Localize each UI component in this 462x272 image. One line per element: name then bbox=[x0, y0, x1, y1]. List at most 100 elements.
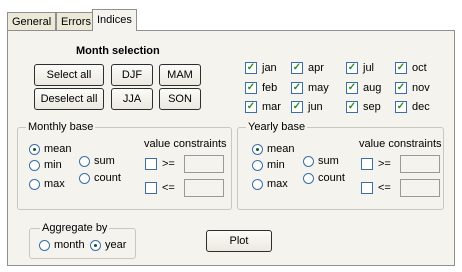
check-icon: ✓ bbox=[346, 82, 358, 94]
checkbox-label: <= bbox=[162, 182, 175, 194]
month-checkbox-jan[interactable]: ✓ jan bbox=[245, 62, 277, 74]
radio-label: count bbox=[94, 172, 121, 184]
monthly-radio-count[interactable]: count bbox=[79, 172, 121, 184]
checkbox-icon bbox=[145, 158, 157, 170]
season-mam-button[interactable]: MAM bbox=[159, 64, 201, 86]
month-label: feb bbox=[262, 82, 278, 94]
month-label: jun bbox=[308, 101, 323, 113]
radio-icon bbox=[303, 155, 314, 167]
aggregate-radio-month[interactable]: month bbox=[39, 239, 85, 251]
radio-icon bbox=[79, 172, 90, 184]
indices-panel: Month selection Select all DJF MAM Desel… bbox=[7, 30, 455, 266]
season-djf-button[interactable]: DJF bbox=[111, 64, 153, 86]
deselect-all-button[interactable]: Deselect all bbox=[34, 88, 104, 110]
radio-label: min bbox=[44, 159, 62, 171]
month-label: aug bbox=[363, 82, 382, 94]
month-checkbox-apr[interactable]: ✓ apr bbox=[291, 62, 324, 74]
tab-label: Errors bbox=[61, 16, 91, 28]
monthly-constraints-label: value constraints bbox=[144, 138, 227, 150]
monthly-base-group: Monthly base mean min max sum count valu… bbox=[17, 121, 232, 210]
season-jja-button[interactable]: JJA bbox=[111, 88, 153, 110]
tab-general[interactable]: General bbox=[7, 12, 57, 30]
radio-selected-icon bbox=[90, 239, 101, 251]
yearly-ge-checkbox[interactable]: >= bbox=[361, 158, 391, 170]
month-label: jan bbox=[262, 62, 277, 74]
checkbox-icon bbox=[145, 182, 157, 194]
radio-label: mean bbox=[267, 143, 295, 155]
monthly-radio-sum[interactable]: sum bbox=[79, 155, 115, 167]
yearly-ge-input[interactable] bbox=[400, 155, 440, 173]
radio-label: sum bbox=[318, 155, 339, 167]
monthly-radio-max[interactable]: max bbox=[29, 178, 65, 190]
month-checkbox-may[interactable]: ✓ may bbox=[291, 82, 329, 94]
checkbox-icon bbox=[361, 182, 373, 194]
checkbox-icon bbox=[361, 158, 373, 170]
radio-icon bbox=[39, 239, 50, 251]
month-checkbox-sep[interactable]: ✓ sep bbox=[346, 101, 381, 113]
radio-label: max bbox=[44, 178, 65, 190]
radio-icon bbox=[303, 172, 314, 184]
checkbox-label: >= bbox=[378, 158, 391, 170]
radio-icon bbox=[79, 155, 90, 167]
yearly-base-group: Yearly base mean min max sum count value… bbox=[237, 121, 444, 210]
yearly-radio-mean[interactable]: mean bbox=[252, 143, 295, 155]
month-checkbox-mar[interactable]: ✓ mar bbox=[245, 101, 281, 113]
month-label: apr bbox=[308, 62, 324, 74]
aggregate-by-title: Aggregate by bbox=[40, 222, 110, 234]
checkbox-label: >= bbox=[162, 158, 175, 170]
month-label: may bbox=[308, 82, 329, 94]
yearly-radio-sum[interactable]: sum bbox=[303, 155, 339, 167]
monthly-ge-checkbox[interactable]: >= bbox=[145, 158, 175, 170]
check-icon: ✓ bbox=[291, 82, 303, 94]
tab-errors[interactable]: Errors bbox=[56, 12, 96, 30]
radio-label: month bbox=[54, 239, 85, 251]
aggregate-by-group: Aggregate by month year bbox=[29, 222, 136, 259]
radio-icon bbox=[29, 178, 40, 190]
tab-label: General bbox=[12, 16, 52, 28]
monthly-base-title: Monthly base bbox=[26, 121, 96, 133]
radio-icon bbox=[252, 178, 263, 190]
monthly-le-checkbox[interactable]: <= bbox=[145, 182, 175, 194]
check-icon: ✓ bbox=[346, 62, 358, 74]
month-checkbox-dec[interactable]: ✓ dec bbox=[395, 101, 430, 113]
radio-label: max bbox=[267, 178, 288, 190]
yearly-le-checkbox[interactable]: <= bbox=[361, 182, 391, 194]
monthly-radio-min[interactable]: min bbox=[29, 159, 62, 171]
radio-selected-icon bbox=[252, 143, 263, 155]
monthly-radio-mean[interactable]: mean bbox=[29, 143, 72, 155]
monthly-le-input[interactable] bbox=[184, 179, 224, 197]
tab-indices[interactable]: Indices bbox=[92, 9, 137, 31]
radio-icon bbox=[29, 159, 40, 171]
yearly-radio-min[interactable]: min bbox=[252, 159, 285, 171]
check-icon: ✓ bbox=[245, 62, 257, 74]
radio-label: count bbox=[318, 172, 345, 184]
month-checkbox-aug[interactable]: ✓ aug bbox=[346, 82, 381, 94]
month-checkbox-jun[interactable]: ✓ jun bbox=[291, 101, 323, 113]
month-selection-title: Month selection bbox=[76, 45, 160, 57]
select-all-button[interactable]: Select all bbox=[34, 64, 104, 86]
yearly-radio-max[interactable]: max bbox=[252, 178, 288, 190]
month-label: dec bbox=[412, 101, 430, 113]
plot-button[interactable]: Plot bbox=[206, 230, 272, 252]
season-son-button[interactable]: SON bbox=[159, 88, 201, 110]
yearly-le-input[interactable] bbox=[400, 179, 440, 197]
aggregate-radio-year[interactable]: year bbox=[90, 239, 126, 251]
check-icon: ✓ bbox=[245, 82, 257, 94]
radio-label: mean bbox=[44, 143, 72, 155]
check-icon: ✓ bbox=[395, 62, 407, 74]
month-checkbox-jul[interactable]: ✓ jul bbox=[346, 62, 374, 74]
month-checkbox-nov[interactable]: ✓ nov bbox=[395, 82, 430, 94]
check-icon: ✓ bbox=[346, 101, 358, 113]
check-icon: ✓ bbox=[395, 82, 407, 94]
yearly-constraints-label: value constraints bbox=[359, 138, 442, 150]
monthly-ge-input[interactable] bbox=[184, 155, 224, 173]
check-icon: ✓ bbox=[291, 101, 303, 113]
month-checkbox-oct[interactable]: ✓ oct bbox=[395, 62, 427, 74]
radio-label: sum bbox=[94, 155, 115, 167]
radio-icon bbox=[252, 159, 263, 171]
radio-label: year bbox=[105, 239, 127, 251]
month-checkbox-feb[interactable]: ✓ feb bbox=[245, 82, 277, 94]
yearly-radio-count[interactable]: count bbox=[303, 172, 345, 184]
month-label: sep bbox=[363, 101, 381, 113]
yearly-base-title: Yearly base bbox=[246, 121, 308, 133]
